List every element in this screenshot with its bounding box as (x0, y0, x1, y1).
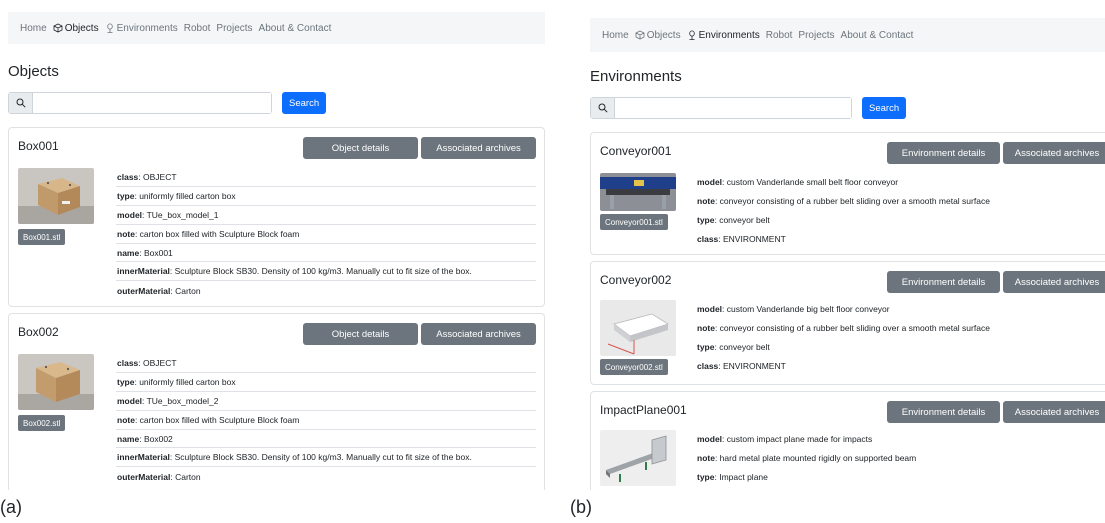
search-bar: Search (590, 97, 907, 119)
associated-archives-button[interactable]: Associated archives (1003, 271, 1105, 293)
associated-archives-button[interactable]: Associated archives (421, 323, 536, 345)
environment-thumbnail (600, 430, 676, 486)
stl-file-badge[interactable]: Conveyor001.stl (600, 214, 668, 230)
objects-page-screenshot: Home Objects Environments Robot Projects… (0, 0, 555, 490)
object-details-button[interactable]: Object details (303, 323, 418, 345)
stl-file-badge[interactable]: Conveyor002.stl (600, 359, 668, 375)
card-title: Box002 (18, 325, 59, 339)
property-row: class: ENVIRONMENT (697, 361, 786, 372)
caption-a: (a) (0, 497, 22, 517)
nav-about-contact[interactable]: About & Contact (841, 30, 914, 41)
search-input[interactable] (33, 93, 271, 113)
property-row: note: conveyor consisting of a rubber be… (697, 196, 990, 207)
search-group (590, 97, 852, 119)
associated-archives-button[interactable]: Associated archives (1003, 142, 1105, 164)
tree-icon (106, 23, 113, 33)
property-row: outerMaterial: Carton (117, 285, 201, 296)
environment-details-button[interactable]: Environment details (887, 401, 1000, 423)
property-row: name: Box002 (116, 430, 536, 449)
property-row: type: conveyor belt (697, 342, 770, 353)
property-row: class: OBJECT (116, 168, 536, 187)
property-row: model: TUe_box_model_2 (116, 392, 536, 411)
nav-robot[interactable]: Robot (766, 30, 793, 41)
property-row: type: conveyor belt (697, 215, 770, 226)
search-button[interactable]: Search (862, 97, 907, 119)
object-card: Box002 Object details Associated archive… (8, 313, 545, 490)
property-row: name: Box001 (116, 244, 536, 263)
environments-page-screenshot: Home Objects Environments Robot Projects… (579, 0, 1105, 490)
stl-file-badge[interactable]: Box001.stl (18, 229, 66, 245)
property-row: note: conveyor consisting of a rubber be… (697, 323, 990, 334)
cube-icon (53, 23, 63, 33)
nav-projects[interactable]: Projects (216, 23, 252, 34)
property-list: class: OBJECT type: uniformly filled car… (116, 168, 536, 300)
property-row: innerMaterial: Sculpture Block SB30. Den… (116, 448, 536, 468)
object-card: Box001 Object details Associated archive… (8, 127, 545, 307)
object-details-button[interactable]: Object details (303, 137, 418, 159)
nav-about-contact[interactable]: About & Contact (259, 23, 332, 34)
environment-card: Conveyor001 Environment details Associat… (590, 132, 1105, 255)
property-row: note: hard metal plate mounted rigidly o… (697, 453, 917, 464)
environment-details-button[interactable]: Environment details (887, 271, 1000, 293)
page-title: Environments (590, 68, 682, 85)
search-bar: Search (8, 92, 327, 114)
card-title: Conveyor001 (600, 144, 672, 158)
property-row: type: uniformly filled carton box (116, 187, 536, 206)
search-input[interactable] (615, 98, 851, 118)
environment-card: ImpactPlane001 Environment details Assoc… (590, 391, 1105, 490)
page-title: Objects (8, 63, 59, 80)
property-row: class: OBJECT (116, 354, 536, 373)
nav-environments[interactable]: Environments (687, 30, 760, 41)
card-title: Conveyor002 (600, 273, 672, 287)
nav-projects[interactable]: Projects (798, 30, 834, 41)
associated-archives-button[interactable]: Associated archives (1003, 401, 1105, 423)
cube-icon (635, 30, 645, 40)
property-row: model: custom impact plane made for impa… (697, 434, 873, 445)
card-title: ImpactPlane001 (600, 403, 687, 417)
navbar: Home Objects Environments Robot Projects… (590, 18, 1105, 52)
caption-b: (b) (570, 497, 592, 517)
nav-home[interactable]: Home (20, 23, 47, 34)
nav-robot[interactable]: Robot (184, 23, 211, 34)
property-row: model: TUe_box_model_1 (116, 206, 536, 225)
search-button[interactable]: Search (282, 92, 327, 114)
property-row: class: ENVIRONMENT (697, 234, 786, 245)
search-icon (9, 93, 33, 113)
environment-thumbnail (600, 300, 676, 356)
property-row: innerMaterial: Sculpture Block SB30. Den… (116, 262, 536, 282)
property-list: model: custom impact plane made for impa… (696, 430, 1105, 487)
property-row: type: uniformly filled carton box (116, 373, 536, 392)
property-list: class: OBJECT type: uniformly filled car… (116, 354, 536, 486)
tree-icon (688, 30, 695, 40)
nav-objects[interactable]: Objects (53, 23, 99, 34)
search-icon (591, 98, 615, 118)
navbar: Home Objects Environments Robot Projects… (8, 12, 545, 44)
environment-details-button[interactable]: Environment details (887, 142, 1000, 164)
nav-objects[interactable]: Objects (635, 30, 681, 41)
property-row: type: Impact plane (697, 472, 768, 483)
stl-file-badge[interactable]: Box002.stl (18, 415, 66, 431)
nav-environments[interactable]: Environments (105, 23, 178, 34)
property-row: model: custom Vanderlande big belt floor… (697, 304, 890, 315)
associated-archives-button[interactable]: Associated archives (421, 137, 536, 159)
search-group (8, 92, 272, 114)
property-row: model: custom Vanderlande small belt flo… (697, 177, 899, 188)
property-list: model: custom Vanderlande big belt floor… (696, 300, 1105, 376)
property-row: note: carton box filled with Sculpture B… (116, 411, 536, 430)
object-thumbnail (18, 354, 94, 410)
property-row: outerMaterial: Carton (117, 471, 201, 482)
property-row: note: carton box filled with Sculpture B… (116, 225, 536, 244)
environment-card: Conveyor002 Environment details Associat… (590, 261, 1105, 385)
environment-thumbnail (600, 173, 676, 211)
object-thumbnail (18, 168, 94, 224)
card-title: Box001 (18, 139, 59, 153)
nav-home[interactable]: Home (602, 30, 629, 41)
property-list: model: custom Vanderlande small belt flo… (696, 173, 1105, 249)
